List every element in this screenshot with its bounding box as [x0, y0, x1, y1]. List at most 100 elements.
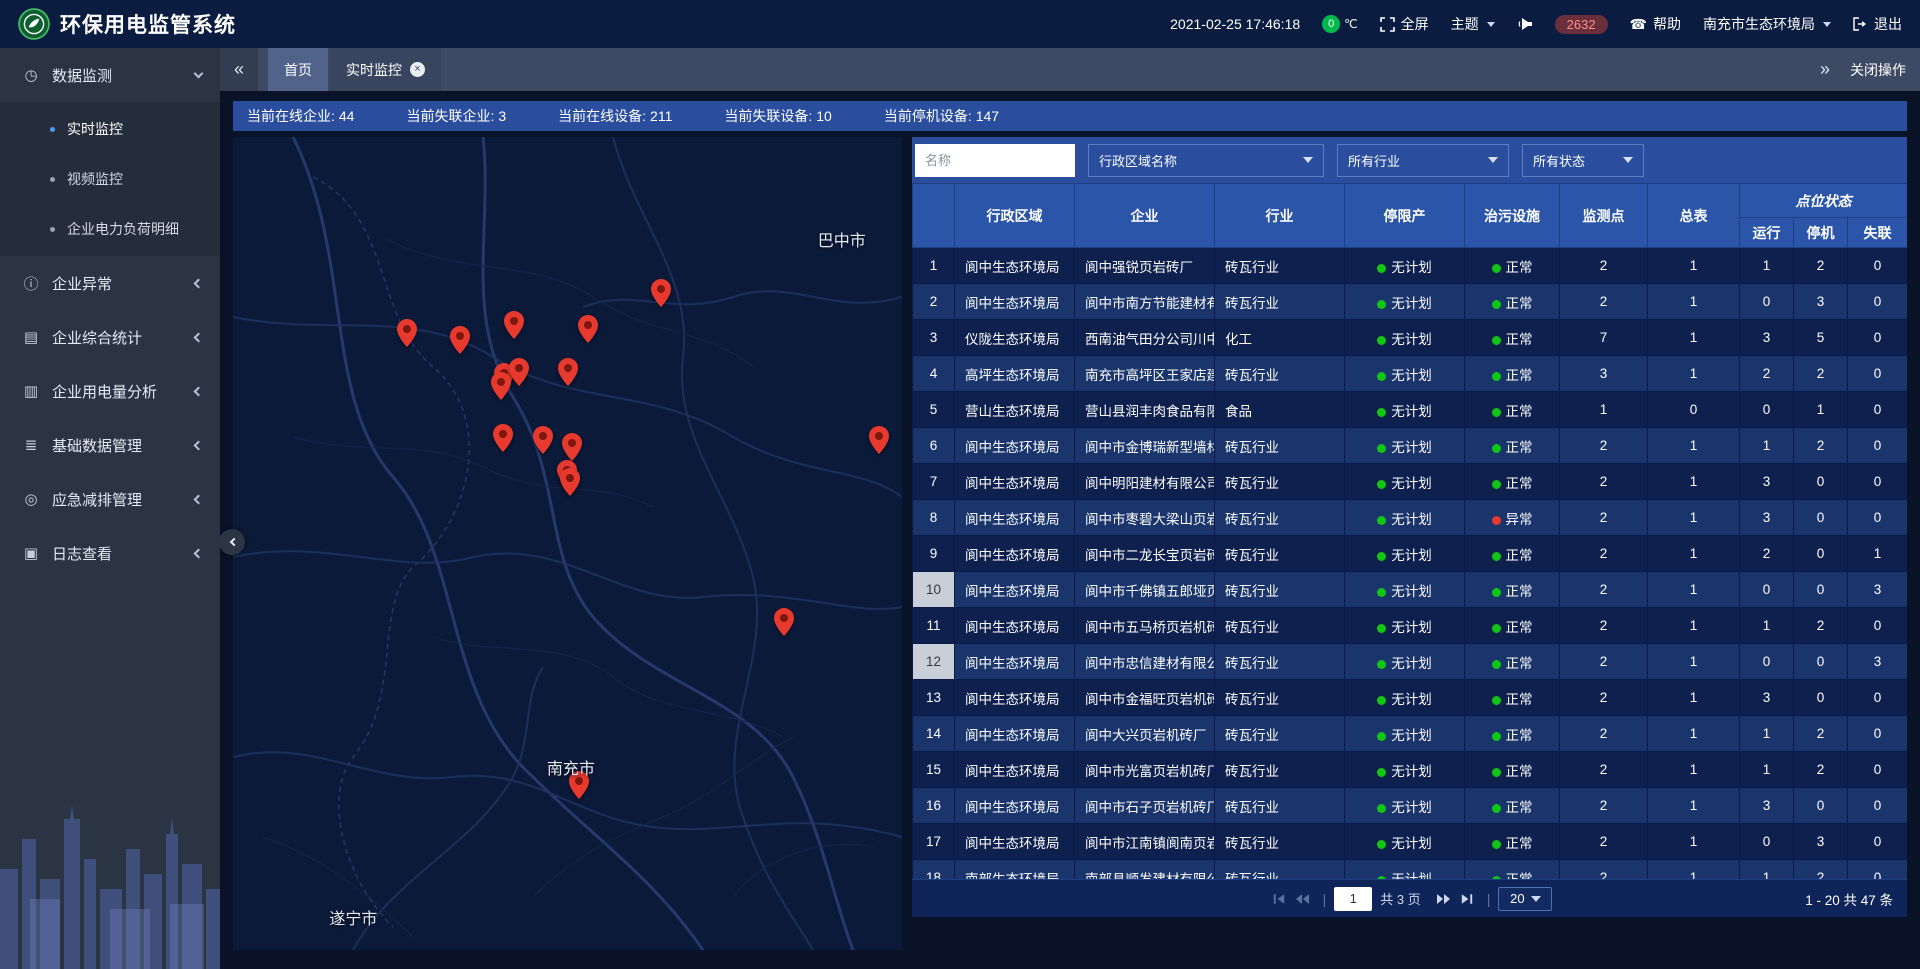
help-button[interactable]: ☎ 帮助: [1630, 14, 1681, 34]
sidebar-item[interactable]: ◷数据监测: [0, 48, 220, 102]
table-row[interactable]: 14阆中生态环境局阆中大兴页岩机砖厂砖瓦行业无计划正常21120: [913, 716, 1908, 752]
first-page-button[interactable]: [1267, 887, 1291, 911]
region-filter-select[interactable]: 行政区域名称: [1088, 144, 1324, 177]
industry-filter-select[interactable]: 所有行业: [1337, 144, 1509, 177]
sidebar-subitem[interactable]: 企业电力负荷明细: [0, 204, 220, 254]
table-row[interactable]: 9阆中生态环境局阆中市二龙长宝页岩砖砖瓦行业无计划正常21201: [913, 536, 1908, 572]
region-cell: 阆中生态环境局: [955, 788, 1075, 824]
table-row[interactable]: 11阆中生态环境局阆中市五马桥页岩机砖砖瓦行业无计划正常21120: [913, 608, 1908, 644]
next-page-button[interactable]: [1431, 887, 1455, 911]
prev-page-button[interactable]: [1291, 887, 1315, 911]
col-header-offline: 失联: [1848, 218, 1908, 248]
table-row[interactable]: 15阆中生态环境局阆中市光富页岩机砖厂砖瓦行业无计划正常21120: [913, 752, 1908, 788]
row-index-cell[interactable]: 14: [913, 716, 955, 752]
sidebar-item[interactable]: ◎应急减排管理: [0, 472, 220, 526]
sidebar-item[interactable]: ▣日志查看: [0, 526, 220, 580]
company-cell: 阆中市石子页岩机砖厂: [1075, 788, 1215, 824]
map-pin[interactable]: [533, 426, 554, 459]
status-dot-icon: [1377, 840, 1386, 849]
table-row[interactable]: 6阆中生态环境局阆中市金博瑞新型墙材砖瓦行业无计划正常21120: [913, 428, 1908, 464]
facility-cell: 正常: [1465, 248, 1560, 284]
map-pin[interactable]: [450, 326, 471, 359]
table-row[interactable]: 12阆中生态环境局阆中市忠信建材有限公砖瓦行业无计划正常21003: [913, 644, 1908, 680]
logout-button[interactable]: 退出: [1853, 14, 1902, 34]
table-row[interactable]: 5营山生态环境局营山县润丰肉食品有限食品无计划正常10010: [913, 392, 1908, 428]
table-row[interactable]: 4高坪生态环境局南充市高坪区王家店建砖瓦行业无计划正常31220: [913, 356, 1908, 392]
tab-close-icon[interactable]: ×: [410, 62, 425, 77]
last-page-button[interactable]: [1455, 887, 1479, 911]
row-index-cell[interactable]: 8: [913, 500, 955, 536]
table-row[interactable]: 3仪陇生态环境局西南油气田分公司川中化工无计划正常71350: [913, 320, 1908, 356]
table-row[interactable]: 17阆中生态环境局阆中市江南镇阆南页岩砖瓦行业无计划正常21030: [913, 824, 1908, 860]
map-pin[interactable]: [557, 358, 578, 391]
offline-cell: 0: [1848, 788, 1908, 824]
sidebar-item[interactable]: ⓘ企业异常: [0, 256, 220, 310]
stopped-cell: 0: [1794, 788, 1848, 824]
map-pin[interactable]: [868, 426, 889, 459]
map-pin[interactable]: [509, 358, 530, 391]
page-size-select[interactable]: 20: [1498, 887, 1552, 911]
company-cell: 阆中市二龙长宝页岩砖: [1075, 536, 1215, 572]
map-pin[interactable]: [577, 315, 598, 348]
page-number-input[interactable]: [1334, 887, 1372, 911]
stat-item: 当前在线设备:211: [558, 106, 672, 126]
map-pin[interactable]: [396, 319, 417, 352]
table-row[interactable]: 18南部生态环境局南部县顺发建材有限公砖瓦行业无计划正常21120: [913, 860, 1908, 880]
row-index-cell[interactable]: 4: [913, 356, 955, 392]
row-index-cell[interactable]: 13: [913, 680, 955, 716]
fullscreen-button[interactable]: 全屏: [1380, 14, 1429, 34]
table-row[interactable]: 2阆中生态环境局阆中市南方节能建材有砖瓦行业无计划正常21030: [913, 284, 1908, 320]
tabs-scroll-right-button[interactable]: »: [1806, 59, 1844, 80]
row-index-cell[interactable]: 9: [913, 536, 955, 572]
table-row[interactable]: 10阆中生态环境局阆中市千佛镇五郎垭页岩砖瓦行业无计划正常21003: [913, 572, 1908, 608]
row-index-cell[interactable]: 2: [913, 284, 955, 320]
row-index-cell[interactable]: 7: [913, 464, 955, 500]
map-pin[interactable]: [503, 311, 524, 344]
row-index-cell[interactable]: 3: [913, 320, 955, 356]
row-index-cell[interactable]: 6: [913, 428, 955, 464]
row-index-cell[interactable]: 1: [913, 248, 955, 284]
notice-count-badge[interactable]: 2632: [1555, 15, 1608, 34]
row-index-cell[interactable]: 18: [913, 860, 955, 880]
sidebar-item[interactable]: ≣基础数据管理: [0, 418, 220, 472]
sidebar-subitem[interactable]: 视频监控: [0, 154, 220, 204]
table-row[interactable]: 7阆中生态环境局阆中明阳建材有限公司砖瓦行业无计划正常21300: [913, 464, 1908, 500]
tab[interactable]: 实时监控×: [330, 48, 441, 91]
tab[interactable]: 首页: [268, 48, 328, 91]
offline-cell: 0: [1848, 860, 1908, 880]
map-pin[interactable]: [560, 468, 581, 501]
sidebar-item[interactable]: ▥企业用电量分析: [0, 364, 220, 418]
row-index-cell[interactable]: 5: [913, 392, 955, 428]
sidebar-subitem[interactable]: 实时监控: [0, 104, 220, 154]
table-row[interactable]: 1阆中生态环境局阆中强锐页岩砖厂砖瓦行业无计划正常21120: [913, 248, 1908, 284]
map-pin[interactable]: [651, 279, 672, 312]
row-index-cell[interactable]: 11: [913, 608, 955, 644]
row-index-cell[interactable]: 16: [913, 788, 955, 824]
org-dropdown[interactable]: 南充市生态环境局: [1703, 14, 1831, 34]
map-collapse-button[interactable]: [220, 529, 245, 555]
table-row[interactable]: 8阆中生态环境局阆中市枣碧大梁山页岩砖瓦行业无计划异常21300: [913, 500, 1908, 536]
map-panel[interactable]: 巴中市南充市遂宁市: [233, 137, 902, 950]
status-dot-icon: [1377, 804, 1386, 813]
sidebar-item[interactable]: ▤企业综合统计: [0, 310, 220, 364]
row-index-cell[interactable]: 12: [913, 644, 955, 680]
close-operations-button[interactable]: 关闭操作: [1850, 60, 1906, 80]
map-pin[interactable]: [492, 424, 513, 457]
announcement-button[interactable]: [1517, 17, 1533, 31]
running-cell: 3: [1740, 320, 1794, 356]
map-pin[interactable]: [774, 608, 795, 641]
status-filter-select[interactable]: 所有状态: [1522, 144, 1644, 177]
status-dot-icon: [1492, 300, 1501, 309]
table-row[interactable]: 16阆中生态环境局阆中市石子页岩机砖厂砖瓦行业无计划正常21300: [913, 788, 1908, 824]
skyline-decoration: [0, 779, 220, 969]
limit-cell: 无计划: [1345, 608, 1465, 644]
row-index-cell[interactable]: 10: [913, 572, 955, 608]
map-pin[interactable]: [490, 372, 511, 405]
name-filter-input[interactable]: [915, 144, 1075, 177]
table-row[interactable]: 13阆中生态环境局阆中市金福旺页岩机砖砖瓦行业无计划正常21300: [913, 680, 1908, 716]
theme-dropdown[interactable]: 主题: [1451, 14, 1495, 34]
tabs-scroll-left-button[interactable]: «: [220, 48, 258, 91]
stat-item: 当前停机设备:147: [884, 106, 999, 126]
row-index-cell[interactable]: 17: [913, 824, 955, 860]
row-index-cell[interactable]: 15: [913, 752, 955, 788]
